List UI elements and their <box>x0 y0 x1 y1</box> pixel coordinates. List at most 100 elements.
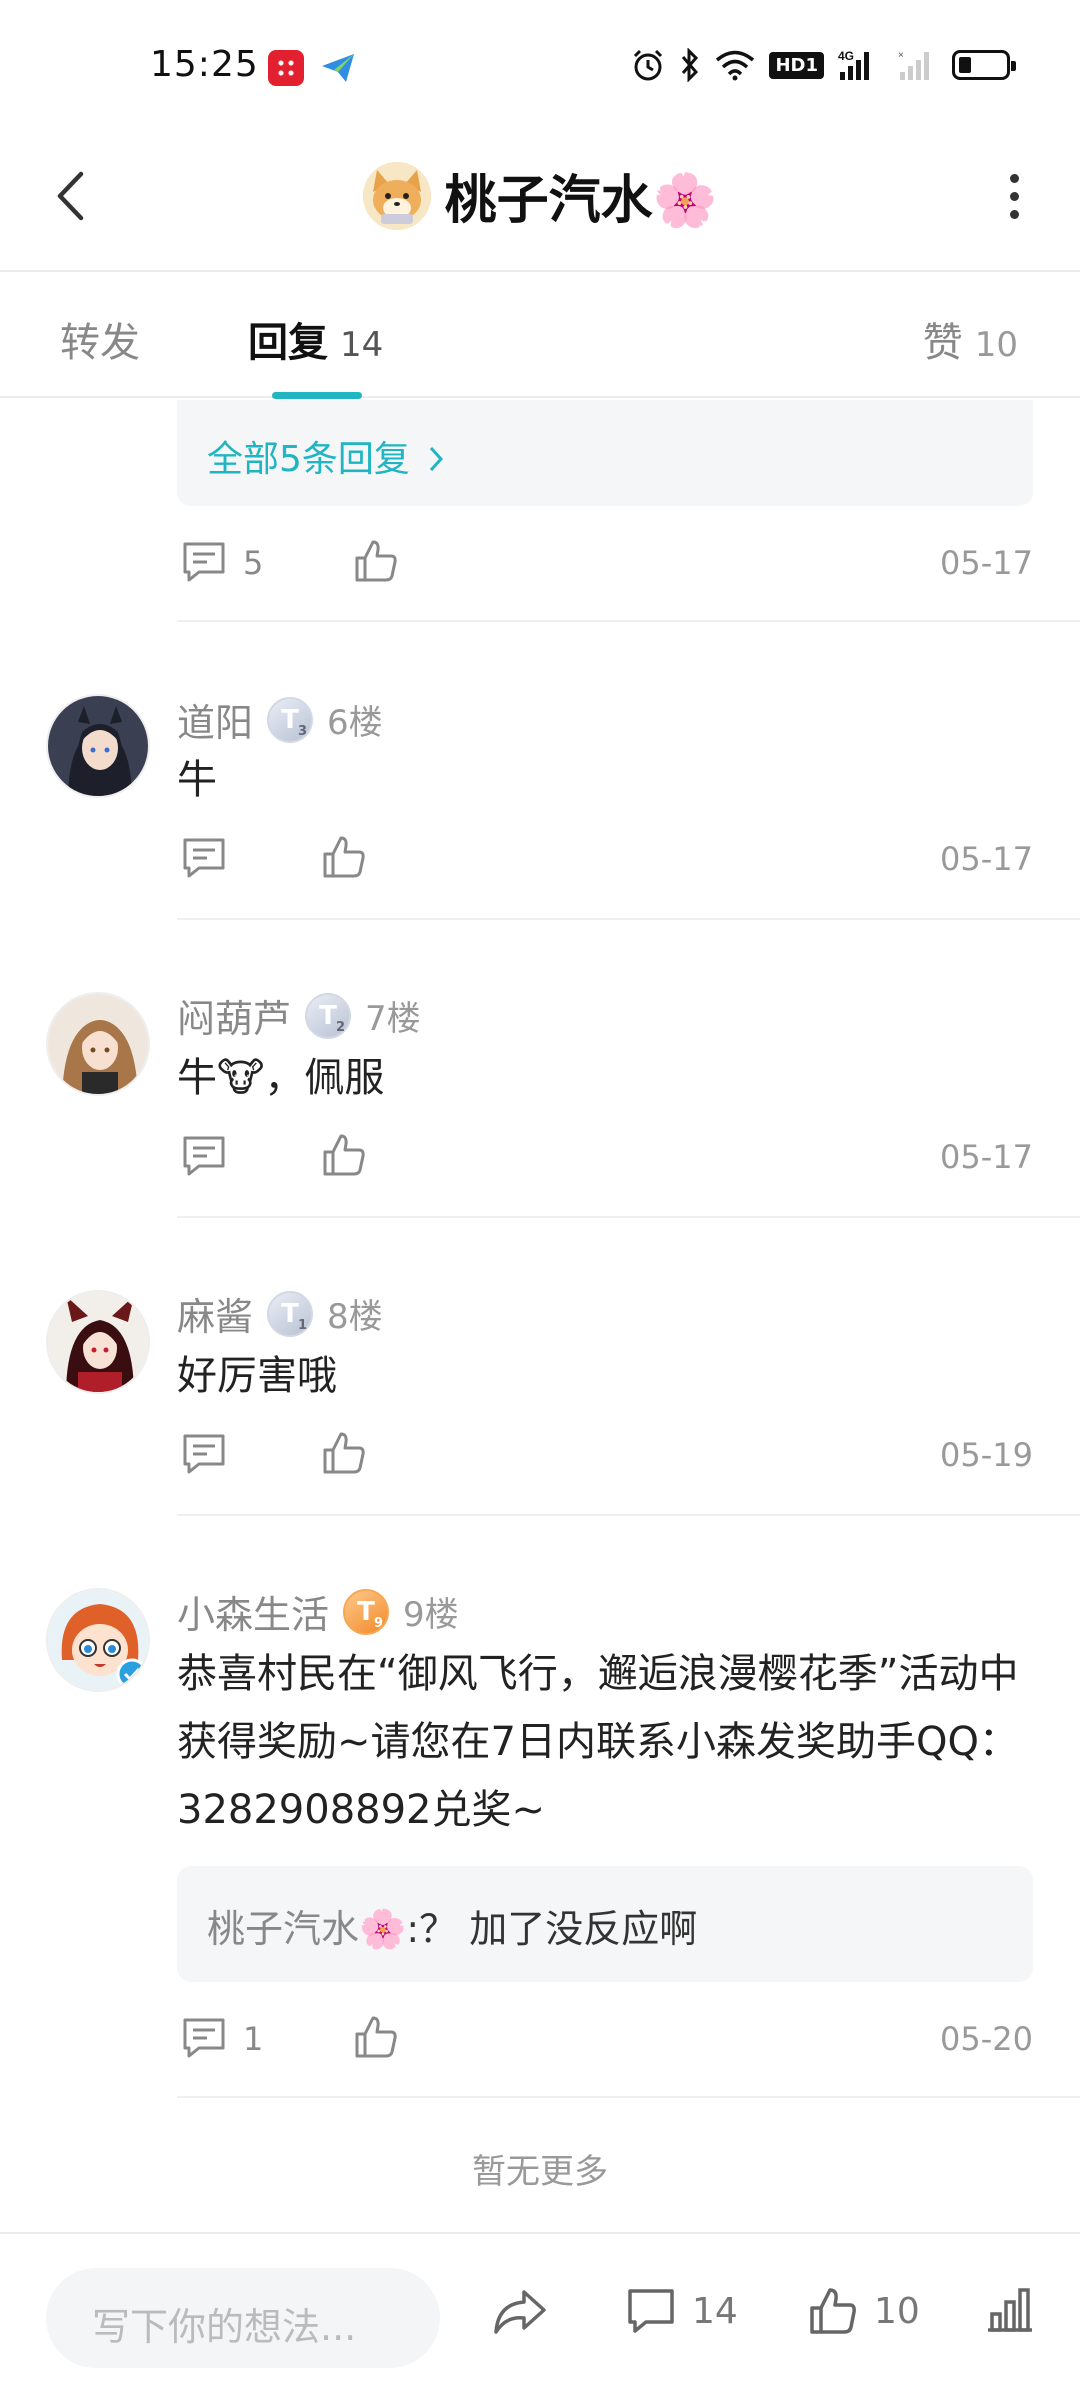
anime-avatar-icon <box>48 994 148 1094</box>
comment-icon[interactable] <box>181 1432 227 1476</box>
thumbs-up-icon[interactable] <box>321 1430 367 1476</box>
shiba-avatar-icon <box>362 161 431 230</box>
comment-date: 05-17 <box>940 840 1033 878</box>
paper-plane-icon <box>322 54 354 82</box>
level-number: 1 <box>297 1317 308 1333</box>
chevron-right-icon <box>430 446 444 472</box>
level-number: 2 <box>335 1019 346 1035</box>
view-all-replies-link[interactable]: 全部5条回复 <box>207 430 445 482</box>
signal-empty-icon: × <box>898 50 929 80</box>
tab-reply[interactable]: 回复 14 <box>248 310 383 368</box>
share-button[interactable] <box>492 2286 548 2336</box>
sub-reply-box[interactable]: 桃子汽水🌸:？ 加了没反应啊 <box>177 1866 1033 1982</box>
comment-icon[interactable] <box>181 2016 227 2060</box>
bar-chart-icon <box>988 2288 1032 2332</box>
bluetooth-icon <box>682 48 699 82</box>
divider <box>177 2096 1080 2098</box>
comment-author: 麻酱 T1 8楼 <box>177 1286 383 1341</box>
comment-text: 牛 <box>177 757 217 803</box>
thumbs-up-icon[interactable] <box>353 2014 399 2060</box>
title-group: 桃子汽水🌸 <box>0 158 1080 233</box>
wifi-icon <box>716 50 755 81</box>
bottom-comment-count: 14 <box>692 2290 738 2332</box>
more-options-button[interactable] <box>984 160 1044 232</box>
comment-actions: 05-19 <box>177 1426 1033 1486</box>
tab-reply-count: 14 <box>340 325 384 365</box>
status-bar: 15:25 HD1 4G × <box>0 0 1080 120</box>
hd-badge: HD1 <box>769 51 824 79</box>
avatar[interactable] <box>46 992 150 1096</box>
comment-actions: 1 05-20 <box>177 2010 1033 2070</box>
thumbs-up-icon[interactable] <box>353 538 399 584</box>
sub-reply-author[interactable]: 桃子汽水🌸 <box>207 1907 406 1951</box>
active-tab-indicator <box>272 392 362 399</box>
comment-actions: 05-17 <box>177 1128 1033 1188</box>
comment-actions: 05-17 <box>177 830 1033 890</box>
sub-reply: 桃子汽水🌸:？ 加了没反应啊 <box>207 1898 697 1953</box>
divider <box>177 620 1080 622</box>
alarm-icon <box>634 49 663 81</box>
comment-icon[interactable] <box>181 1134 227 1178</box>
floor-number: 9楼 <box>403 1595 459 1635</box>
level-badge: T3 <box>267 696 314 743</box>
tab-like[interactable]: 赞 10 <box>923 310 1018 368</box>
comment-input-placeholder: 写下你的想法... <box>92 2305 357 2349</box>
username[interactable]: 麻酱 <box>177 1286 253 1341</box>
comment-count: 1 <box>243 2020 264 2058</box>
comment-date: 05-20 <box>940 2020 1033 2058</box>
more-dot-icon <box>1009 209 1019 219</box>
no-more-label: 暂无更多 <box>472 2152 608 2192</box>
username[interactable]: 闷葫芦 <box>177 988 291 1043</box>
comment-text: 牛🐮，佩服 <box>177 1055 385 1101</box>
more-dot-icon <box>1009 173 1019 183</box>
bottom-like-count: 10 <box>874 2290 920 2332</box>
tab-reply-label: 回复 <box>248 320 328 366</box>
bottom-like-button[interactable]: 10 <box>808 2286 920 2336</box>
cartoon-avatar-icon <box>48 1590 148 1690</box>
stats-button[interactable] <box>984 2286 1036 2334</box>
svg-text:4G: 4G <box>838 49 854 63</box>
username[interactable]: 道阳 <box>177 692 253 747</box>
avatar[interactable] <box>46 1588 150 1692</box>
bottom-comment-button[interactable]: 14 <box>626 2286 738 2336</box>
anime-avatar-icon <box>48 696 148 796</box>
avatar[interactable] <box>46 1290 150 1394</box>
status-time: 15:25 <box>150 44 259 85</box>
anime-avatar-icon <box>48 1292 148 1392</box>
thumbs-up-icon <box>810 2288 856 2334</box>
comment-input[interactable]: 写下你的想法... <box>46 2268 440 2368</box>
comment-text: 恭喜村民在“御风飞行，邂逅浪漫樱花季”活动中获得奖励~请您在7日内联系小森发奖助… <box>177 1651 1019 1833</box>
floor-number: 8楼 <box>327 1297 383 1337</box>
battery-icon <box>952 50 1016 80</box>
comment-actions: 5 05-17 <box>177 534 1033 594</box>
floor-number: 6楼 <box>327 703 383 743</box>
comment-icon[interactable] <box>181 836 227 880</box>
title-bar: 桃子汽水🌸 <box>0 120 1080 272</box>
comment-date: 05-17 <box>940 1138 1033 1176</box>
username[interactable]: 小森生活 <box>177 1584 329 1639</box>
bottom-action-bar: 写下你的想法... 14 10 <box>0 2232 1080 2400</box>
comment-list[interactable]: 全部5条回复 5 05-17 道阳 T3 6楼 牛 05-17 闷葫芦 T 2 … <box>0 400 1080 2230</box>
comment-date: 05-19 <box>940 1436 1033 1474</box>
more-dot-icon <box>1009 191 1019 201</box>
page-title: 桃子汽水🌸 <box>444 171 718 231</box>
tab-like-count: 10 <box>974 325 1018 365</box>
avatar[interactable] <box>46 694 150 798</box>
comment-bubble-icon <box>628 2289 674 2333</box>
level-badge: T1 <box>267 1290 314 1337</box>
level-letter: T <box>319 1000 337 1031</box>
comment-icon[interactable] <box>181 540 227 584</box>
comment-date: 05-17 <box>940 544 1033 582</box>
tab-forward[interactable]: 转发 <box>60 310 140 368</box>
author-avatar[interactable] <box>362 161 431 230</box>
thumbs-up-icon[interactable] <box>321 834 367 880</box>
divider <box>177 918 1080 920</box>
tab-bar: 转发 回复 14 赞 10 <box>0 274 1080 399</box>
comment-author: 小森生活 T9 9楼 <box>177 1584 459 1639</box>
share-arrow-icon <box>494 2290 546 2334</box>
floor-number: 7楼 <box>365 999 421 1039</box>
level-number: 9 <box>373 1615 384 1631</box>
comment-author: 道阳 T3 6楼 <box>177 692 383 747</box>
sub-reply-text: :？ 加了没反应啊 <box>406 1907 698 1951</box>
thumbs-up-icon[interactable] <box>321 1132 367 1178</box>
